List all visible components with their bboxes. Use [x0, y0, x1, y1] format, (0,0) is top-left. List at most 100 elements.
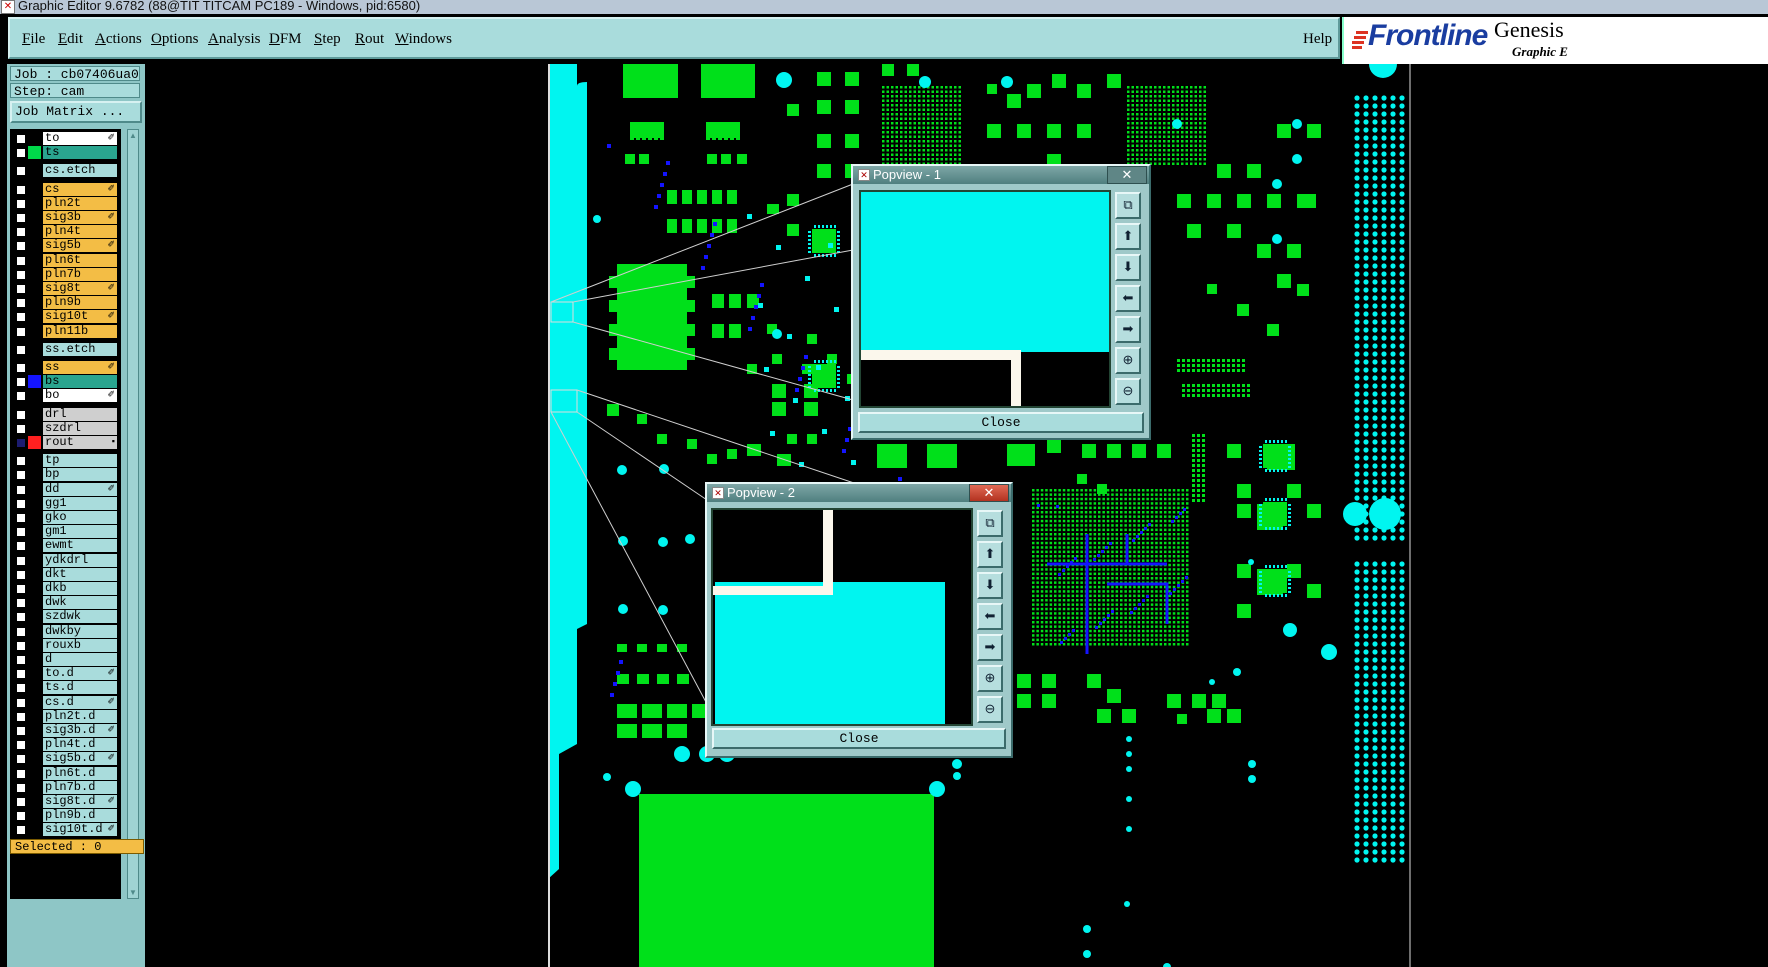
layer-checkbox[interactable]	[16, 655, 26, 665]
layer-scrollbar[interactable]: ▲ ▼	[127, 129, 139, 899]
layer-name[interactable]: drl	[43, 407, 117, 421]
layer-row-sig3b[interactable]: sig3b ✐	[10, 211, 121, 224]
layer-row-bo[interactable]: bo ✐	[10, 389, 121, 403]
pan-up-icon[interactable]: ⬆	[977, 541, 1003, 568]
layer-name[interactable]: sig5b	[43, 239, 117, 253]
zoom-out-icon[interactable]: ⊖	[1115, 378, 1141, 405]
layer-row-ts[interactable]: ts	[10, 146, 121, 160]
layer-name[interactable]: sig5b.d	[43, 752, 117, 766]
layer-color-swatch[interactable]	[28, 780, 41, 794]
layer-row-pln9b[interactable]: pln9b	[10, 296, 121, 310]
help-menu[interactable]: Help	[1303, 31, 1332, 48]
menu-edit[interactable]: Edit	[58, 31, 83, 48]
popview-2-window[interactable]: ✕ Popview - 2 ✕ ⧉ ⬆ ⬇ ⬅ ➡ ⊕ ⊖ Close	[705, 482, 1013, 758]
layer-name[interactable]: sig3b.d	[43, 724, 117, 737]
layer-name[interactable]: gg1	[43, 496, 117, 510]
layer-color-swatch[interactable]	[28, 182, 41, 196]
layer-name[interactable]: pln11b	[43, 324, 117, 338]
layer-row-gm1[interactable]: gm1	[10, 525, 121, 539]
layer-name[interactable]: ts.d	[43, 681, 117, 695]
layer-row-rouxb[interactable]: rouxb	[10, 638, 121, 652]
job-matrix-button[interactable]: Job Matrix ...	[10, 101, 142, 123]
layer-checkbox[interactable]	[16, 484, 26, 495]
layer-name[interactable]: sig10t.d	[43, 823, 117, 837]
layer-row-szdwk[interactable]: szdwk	[10, 610, 121, 624]
menu-actions[interactable]: Actions	[95, 31, 142, 48]
layer-row-dkb[interactable]: dkb	[10, 582, 121, 595]
layer-name[interactable]: pln4t.d	[43, 738, 117, 752]
layer-name[interactable]: ss.etch	[43, 342, 117, 356]
layer-color-swatch[interactable]	[28, 724, 41, 737]
layer-row-drl[interactable]: drl	[10, 407, 121, 421]
layer-name[interactable]: sig8t	[43, 282, 117, 295]
layer-name[interactable]: to.d	[43, 667, 117, 681]
layer-checkbox[interactable]	[16, 255, 26, 266]
layer-name[interactable]: cs.d	[43, 695, 117, 709]
layer-color-swatch[interactable]	[28, 638, 41, 652]
layer-color-swatch[interactable]	[28, 310, 41, 324]
layer-checkbox[interactable]	[16, 640, 26, 651]
layer-checkbox[interactable]	[16, 166, 26, 177]
layer-checkbox[interactable]	[16, 377, 26, 388]
layer-name[interactable]: pln9b.d	[43, 809, 117, 823]
layer-checkbox[interactable]	[16, 184, 26, 195]
layer-name[interactable]: pln6t	[43, 253, 117, 267]
layer-checkbox[interactable]	[16, 541, 26, 552]
popview-1-viewport[interactable]	[859, 190, 1111, 408]
layer-name[interactable]: szdrl	[43, 421, 117, 435]
layer-color-swatch[interactable]	[28, 752, 41, 766]
layer-color-swatch[interactable]	[28, 361, 41, 374]
layer-color-swatch[interactable]	[28, 553, 41, 567]
layer-checkbox[interactable]	[16, 584, 26, 594]
layer-row-pln4t-d[interactable]: pln4t.d	[10, 738, 121, 752]
layer-color-swatch[interactable]	[28, 496, 41, 510]
layer-color-swatch[interactable]	[28, 695, 41, 709]
layer-name[interactable]: ss	[43, 361, 117, 374]
layer-row-pln2t[interactable]: pln2t	[10, 196, 121, 210]
popview-2-close-icon[interactable]: ✕	[969, 484, 1009, 502]
layer-checkbox[interactable]	[16, 697, 26, 708]
layer-row-cs-d[interactable]: cs.d ✐	[10, 695, 121, 709]
layer-checkbox[interactable]	[16, 198, 26, 209]
layer-name[interactable]: pln7b.d	[43, 780, 117, 794]
layer-checkbox[interactable]	[16, 409, 26, 420]
layer-row-pln2t-d[interactable]: pln2t.d	[10, 709, 121, 723]
layer-color-swatch[interactable]	[28, 709, 41, 723]
layer-checkbox[interactable]	[16, 555, 26, 566]
layer-name[interactable]: pln7b	[43, 267, 117, 281]
pan-left-icon[interactable]: ⬅	[977, 603, 1003, 630]
popview-1-close-button[interactable]: Close	[858, 412, 1144, 433]
layer-row-szdrl[interactable]: szdrl	[10, 421, 121, 435]
layer-checkbox[interactable]	[16, 456, 26, 467]
layer-checkbox[interactable]	[16, 811, 26, 822]
layer-color-swatch[interactable]	[28, 681, 41, 695]
layer-color-swatch[interactable]	[28, 809, 41, 823]
layer-name[interactable]: ydkdrl	[43, 553, 117, 567]
layer-name[interactable]: cs.etch	[43, 164, 117, 178]
layer-row-sig8t[interactable]: sig8t ✐	[10, 282, 121, 295]
layer-name[interactable]: bo	[43, 389, 117, 403]
layer-color-swatch[interactable]	[28, 267, 41, 281]
layer-name[interactable]: dwkby	[43, 624, 117, 638]
layer-color-swatch[interactable]	[28, 196, 41, 210]
layer-color-swatch[interactable]	[28, 454, 41, 468]
layer-color-swatch[interactable]	[28, 436, 41, 449]
layer-color-swatch[interactable]	[28, 342, 41, 356]
layer-row-sig10t[interactable]: sig10t ✐	[10, 310, 121, 324]
layer-row-sig8t-d[interactable]: sig8t.d ✐	[10, 795, 121, 808]
layer-row-dkt[interactable]: dkt	[10, 567, 121, 581]
layer-color-swatch[interactable]	[28, 624, 41, 638]
zoom-out-icon[interactable]: ⊖	[977, 696, 1003, 723]
menu-file[interactable]: File	[22, 31, 45, 48]
layer-color-swatch[interactable]	[28, 582, 41, 595]
pan-right-icon[interactable]: ➡	[977, 634, 1003, 661]
layer-checkbox[interactable]	[16, 470, 26, 481]
menu-windows[interactable]: Windows	[395, 31, 452, 48]
layer-row-ewmt[interactable]: ewmt	[10, 539, 121, 553]
layer-name[interactable]: bp	[43, 468, 117, 482]
layer-name[interactable]: pln6t.d	[43, 766, 117, 780]
layer-row-pln7b[interactable]: pln7b	[10, 267, 121, 281]
layer-checkbox[interactable]	[16, 438, 26, 448]
layer-row-sig3b-d[interactable]: sig3b.d ✐	[10, 724, 121, 737]
layer-row-ydkdrl[interactable]: ydkdrl	[10, 553, 121, 567]
